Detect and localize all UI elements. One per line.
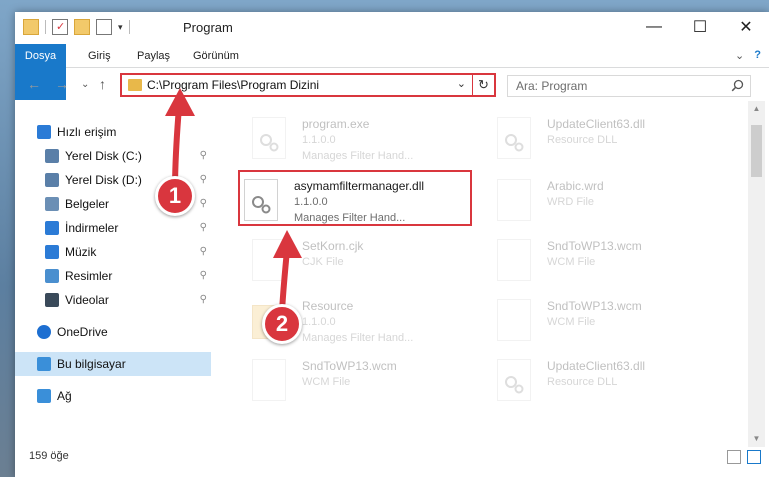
annotation-arrows (165, 88, 302, 315)
annotation-step-2: 2 (262, 304, 302, 344)
explorer-window: ✓ ▾ Program — ☐ ✕ Dosya Giriş Paylaş Gör… (15, 12, 769, 477)
annotation-step-1: 1 (155, 176, 195, 216)
